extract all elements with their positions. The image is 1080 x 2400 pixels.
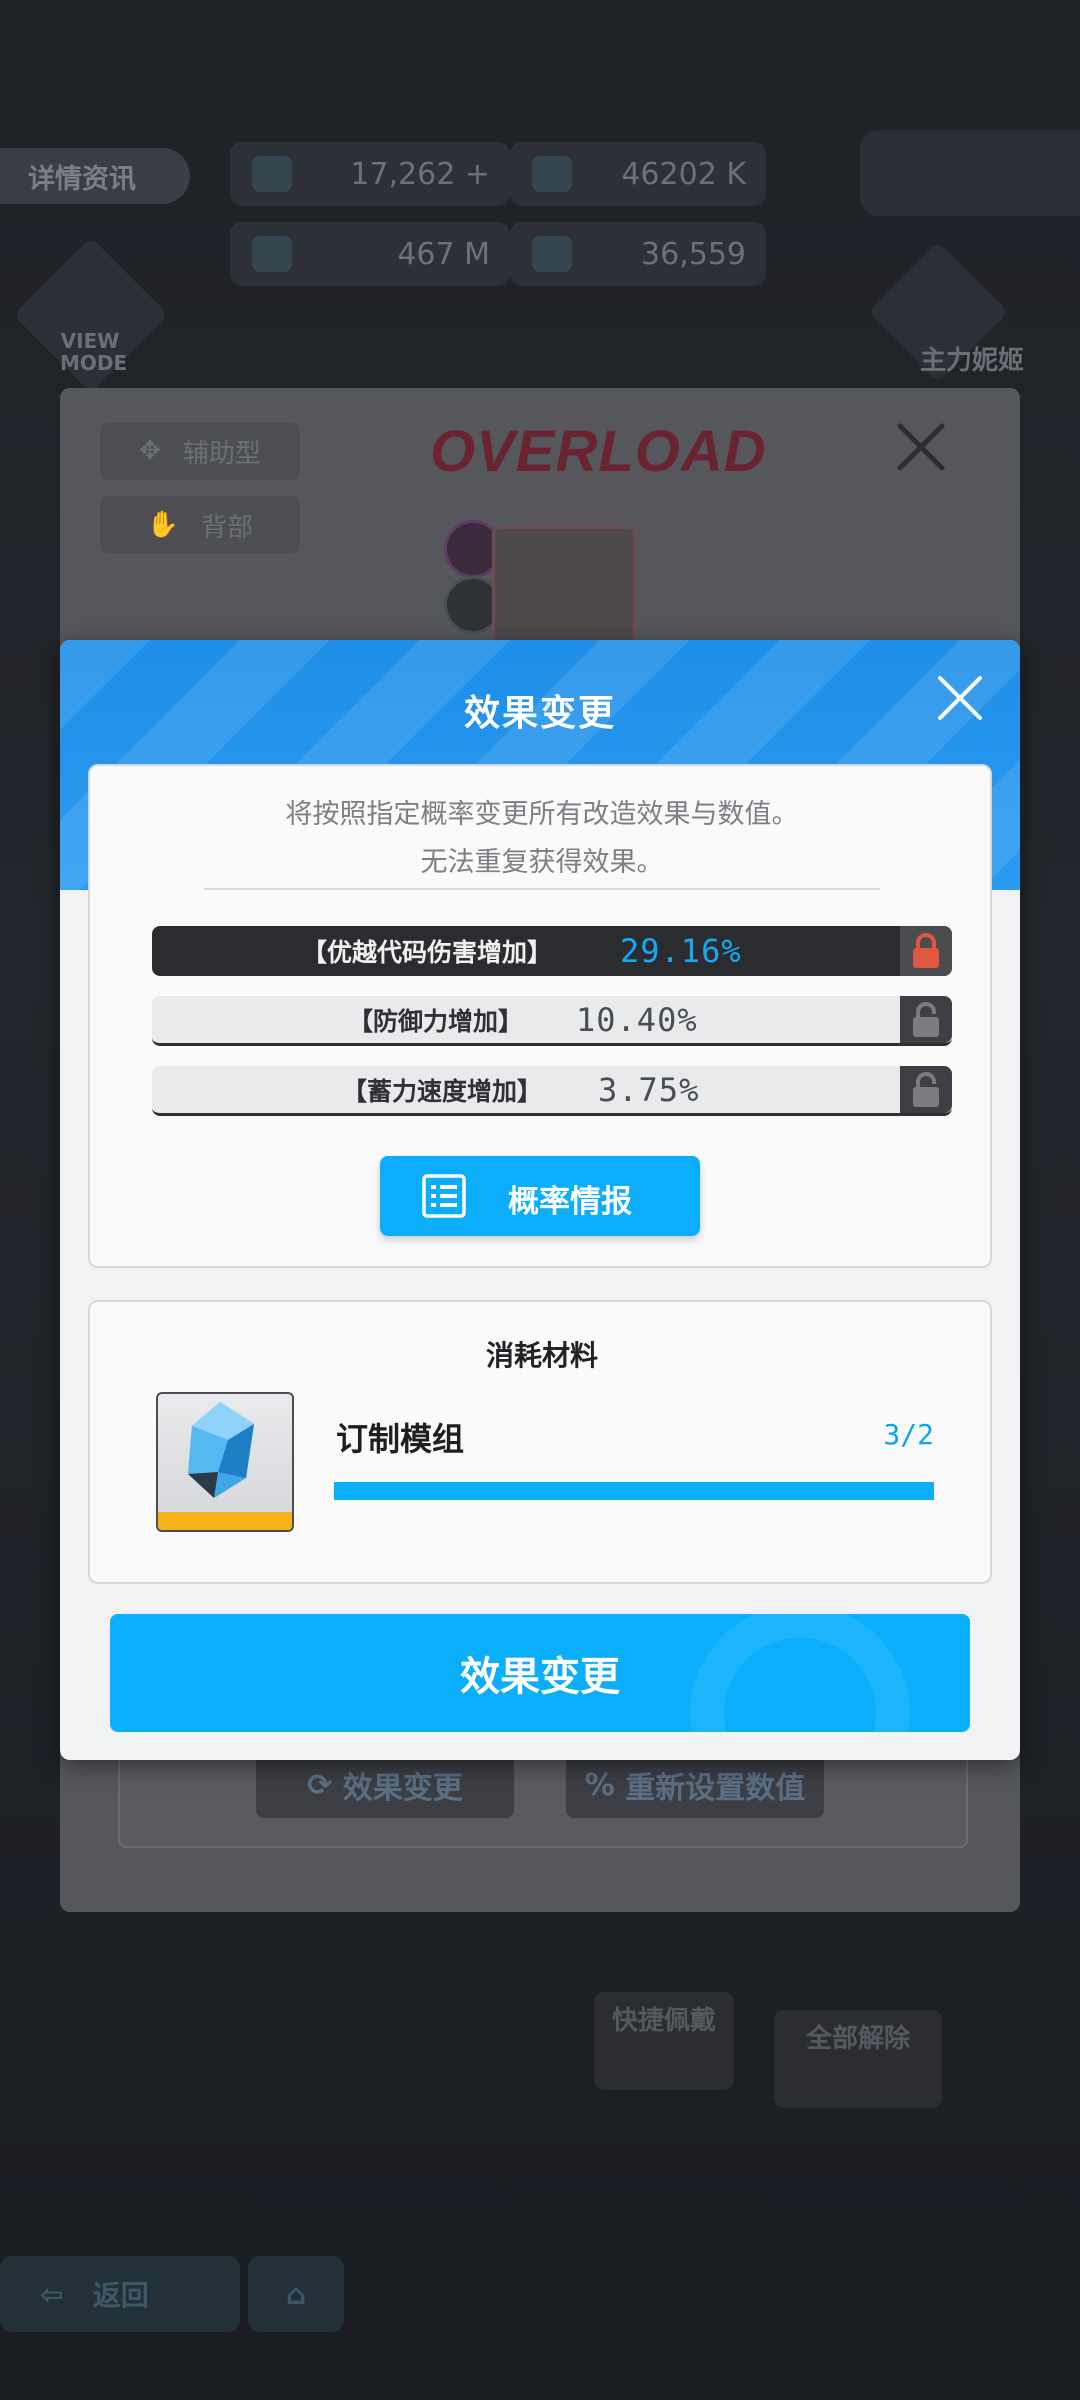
probability-info-label: 概率情报	[508, 1184, 632, 1220]
stat-icon	[532, 156, 572, 192]
lock-toggle[interactable]	[900, 926, 952, 976]
slot-tag: ✋ 背部	[100, 496, 300, 554]
stat-value: 46202 K	[621, 156, 746, 192]
material-name: 订制模组	[336, 1420, 465, 1458]
material-progress-fill	[334, 1482, 934, 1500]
type-tag-label: 辅助型	[182, 438, 261, 469]
effect-row-1: 【优越代码伤害增加】 29.16%	[152, 926, 952, 976]
effect-label: 【优越代码伤害增加】	[302, 938, 553, 967]
stat-value: 467 M	[397, 236, 490, 272]
reset-values-bg-label: 重新设置数值	[625, 1771, 806, 1806]
refresh-icon: ⟳	[307, 1767, 343, 1803]
stat-box: 17,262 +	[230, 142, 510, 206]
material-count: 3/2	[883, 1418, 934, 1451]
list-icon	[422, 1174, 466, 1218]
lock-closed-icon	[913, 933, 939, 968]
button-decoration	[690, 1614, 910, 1732]
top-menu-bar	[860, 130, 1080, 216]
back-button: ⇦ 返回	[0, 2256, 240, 2332]
crystal-icon	[188, 1402, 254, 1498]
description-line-2: 无法重复获得效果。	[420, 847, 664, 878]
hand-icon: ✋	[146, 510, 180, 540]
effect-label: 【防御力增加】	[348, 1006, 524, 1036]
percent-icon: %	[584, 1767, 626, 1803]
type-tag: ✥ 辅助型	[100, 422, 300, 480]
stat-icon	[252, 236, 292, 272]
support-icon: ✥	[139, 436, 161, 466]
stat-value: 36,559	[641, 236, 746, 272]
stat-icon	[252, 156, 292, 192]
effect-value: 10.40%	[576, 1000, 698, 1039]
main-nikke-label: 主力妮姬	[919, 346, 1024, 376]
lock-toggle[interactable]	[900, 996, 952, 1043]
stat-box: 467 M	[230, 222, 510, 286]
home-icon: ⌂	[285, 2277, 307, 2311]
effect-value: 29.16%	[620, 932, 742, 970]
effect-row-2: 【防御力增加】 10.40%	[152, 996, 952, 1046]
effect-value: 3.75%	[598, 1070, 700, 1109]
stat-icon	[532, 236, 572, 272]
materials-title: 消耗材料	[485, 1339, 598, 1372]
custom-module-item	[156, 1392, 294, 1532]
lock-open-icon	[913, 1071, 939, 1107]
material-progress-bar	[334, 1482, 934, 1500]
details-info-button: 详情资讯	[0, 148, 190, 204]
change-effect-dialog: 效果变更 将按照指定概率变更所有改造效果与数值。 无法重复获得效果。 【优越代码…	[60, 640, 1020, 1760]
home-button: ⌂	[248, 2256, 344, 2332]
quick-equip-label: 快捷佩戴	[611, 2006, 716, 2036]
slot-tag-label: 背部	[201, 512, 254, 543]
close-icon[interactable]	[932, 670, 988, 726]
effect-row-3: 【蓄力速度增加】 3.75%	[152, 1066, 952, 1116]
effect-label: 【蓄力速度增加】	[342, 1076, 543, 1106]
details-info-label: 详情资讯	[28, 163, 136, 195]
apply-change-effect-button[interactable]: 效果变更	[110, 1614, 970, 1732]
lock-toggle[interactable]	[900, 1066, 952, 1113]
change-effect-bg-label: 效果变更	[342, 1771, 463, 1806]
divider	[204, 888, 880, 890]
change-effect-button-bg: ⟳ 效果变更	[256, 1752, 514, 1818]
dialog-title: 效果变更	[463, 693, 616, 734]
stat-box: 36,559	[510, 222, 766, 286]
back-label: 返回	[92, 2279, 149, 2312]
effects-card: 将按照指定概率变更所有改造效果与数值。 无法重复获得效果。 【优越代码伤害增加】…	[88, 764, 992, 1268]
quick-equip-button: 快捷佩戴	[594, 1992, 734, 2090]
apply-change-effect-label: 效果变更	[460, 1654, 620, 1700]
close-icon	[897, 423, 945, 471]
rarity-band	[158, 1512, 292, 1530]
materials-card: 消耗材料 订制模组 3/2	[88, 1300, 992, 1584]
stat-value: 17,262 +	[350, 156, 490, 192]
reset-values-button-bg: % 重新设置数值	[566, 1752, 824, 1818]
description-line-1: 将按照指定概率变更所有改造效果与数值。	[285, 799, 799, 830]
unequip-all-button: 全部解除	[774, 2010, 942, 2108]
stat-box: 46202 K	[510, 142, 766, 206]
back-icon: ⇦	[40, 2277, 93, 2311]
equipment-title: OVERLOAD	[430, 419, 767, 484]
unequip-all-label: 全部解除	[805, 2024, 910, 2054]
probability-info-button[interactable]: 概率情报	[380, 1156, 700, 1236]
view-mode-label: VIEW MODE	[60, 329, 128, 375]
gear-item-image	[492, 526, 636, 644]
lock-open-icon	[913, 1001, 939, 1037]
